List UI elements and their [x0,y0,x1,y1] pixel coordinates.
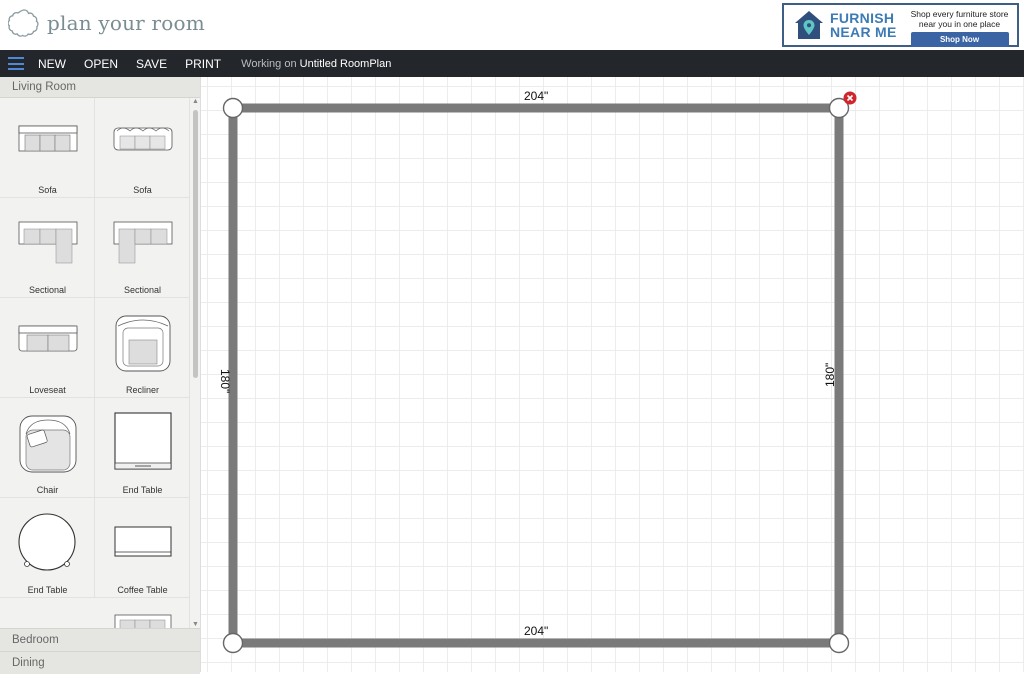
house-pin-icon [795,11,823,39]
app-header: plan your room FURNISH NEAR ME Shop ever… [0,0,1024,50]
logo[interactable]: plan your room [8,7,205,39]
sectional-right-icon [113,221,173,264]
dimension-bottom: 204" [524,624,549,638]
tile-label: Recliner [125,385,159,395]
working-on-status: Working on Untitled RoomPlan [241,58,391,70]
chair-icon [19,415,77,473]
furniture-tile-sofa[interactable]: Sofa [0,98,95,198]
dimension-left: 180" [218,369,232,394]
coffee-table-icon [114,526,172,557]
tile-label: End Table [122,485,163,495]
furniture-tile-partial[interactable] [95,598,190,628]
hamburger-icon[interactable] [8,57,24,70]
tile-label: Loveseat [29,385,66,395]
tile-label: Chair [36,485,59,495]
ad-tagline-line1: Shop every furniture store [910,9,1009,19]
ad-brand-area: FURNISH NEAR ME [784,5,902,45]
ad-tagline-line2: near you in one place [918,19,1001,29]
furniture-sidebar: Living Room Sofa Sofa Sectional Sectiona… [0,77,201,674]
furniture-tile-recliner[interactable]: Recliner [95,298,190,398]
ad-brand-name: FURNISH NEAR ME [830,11,897,39]
furniture-tile-sectional[interactable]: Sectional [0,198,95,298]
save-button[interactable]: SAVE [136,57,167,71]
furniture-grid: Sofa Sofa Sectional Sectional Loveseat R… [0,98,190,628]
tile-label: Sectional [123,285,162,295]
corner-handle-top-left[interactable] [222,97,244,119]
room-drawing[interactable] [201,77,1024,672]
furniture-tile-end-table[interactable]: End Table [0,498,95,598]
sidebar-scrollbar[interactable]: ▲ ▼ [191,98,201,628]
print-button[interactable]: PRINT [185,57,221,71]
scrollbar-thumb[interactable] [193,110,198,378]
furniture-tile-sofa[interactable]: Sofa [95,98,190,198]
round-end-table-icon [18,513,76,571]
close-circle-icon[interactable] [843,91,857,105]
tile-label: Coffee Table [117,585,168,595]
dimension-top: 204" [524,89,549,103]
logo-text: plan your room [47,11,205,35]
ad-brand-line1: FURNISH [830,10,895,26]
dimension-right: 180" [823,362,837,387]
furniture-tile-loveseat[interactable]: Loveseat [0,298,95,398]
corner-handle-bottom-right[interactable] [828,632,850,654]
square-end-table-icon [114,412,172,470]
ad-brand-line2: NEAR ME [830,24,897,40]
open-button[interactable]: OPEN [84,57,118,71]
tile-label: Sofa [133,185,152,195]
category-living-room[interactable]: Living Room [0,77,200,98]
furniture-tile-coffee-table[interactable]: Coffee Table [95,498,190,598]
tile-label: End Table [27,585,68,595]
recliner-icon [115,315,171,372]
furniture-tile-chair[interactable]: Chair [0,398,95,498]
corner-handle-bottom-left[interactable] [222,632,244,654]
room-canvas[interactable]: 204" 204" 180" 180" [201,77,1024,672]
new-button[interactable]: NEW [38,57,66,71]
shop-now-button[interactable]: Shop Now [910,32,1009,47]
ad-cta-area: Shop every furniture store near you in o… [902,5,1017,47]
advertisement-banner[interactable]: FURNISH NEAR ME Shop every furniture sto… [782,3,1019,47]
scroll-down-arrow-icon[interactable]: ▼ [192,621,199,628]
ad-tagline: Shop every furniture store near you in o… [911,9,1009,29]
plan-name[interactable]: Untitled RoomPlan [300,58,392,70]
sofa-icon [114,614,172,628]
loveseat-icon [18,325,78,352]
tile-label: Sectional [28,285,67,295]
furniture-tile-end-table[interactable]: End Table [95,398,190,498]
tile-label: Sofa [38,185,57,195]
furniture-tile-sectional[interactable]: Sectional [95,198,190,298]
sectional-left-icon [18,221,78,264]
sofa-cushioned-icon [113,127,173,151]
scroll-up-arrow-icon[interactable]: ▲ [192,98,199,105]
working-prefix: Working on [241,57,297,70]
sofa-icon [18,125,78,152]
main-toolbar: NEW OPEN SAVE PRINT Working on Untitled … [0,50,1024,77]
category-bedroom[interactable]: Bedroom [0,628,200,651]
category-dining[interactable]: Dining [0,651,200,674]
cloud-outline-icon [8,9,39,37]
